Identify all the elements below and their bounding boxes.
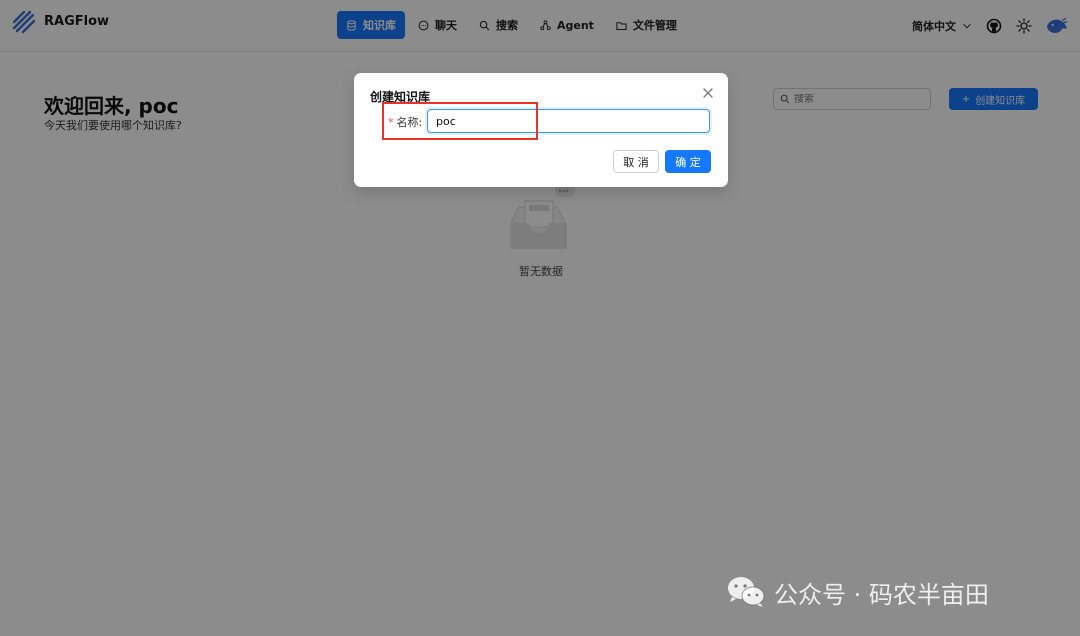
annotation-highlight-box — [382, 102, 538, 140]
confirm-button[interactable]: 确 定 — [665, 150, 711, 173]
wechat-icon — [728, 577, 765, 607]
dialog-close-button[interactable] — [701, 85, 715, 99]
create-knowledge-base-dialog: 创建知识库 * 名称: 取 消 确 定 — [354, 73, 728, 187]
watermark-text: 公众号 · 码农半亩田 — [774, 580, 989, 609]
cancel-button[interactable]: 取 消 — [613, 150, 659, 173]
close-icon — [703, 88, 713, 98]
watermark: 公众号 · 码农半亩田 — [726, 574, 989, 610]
